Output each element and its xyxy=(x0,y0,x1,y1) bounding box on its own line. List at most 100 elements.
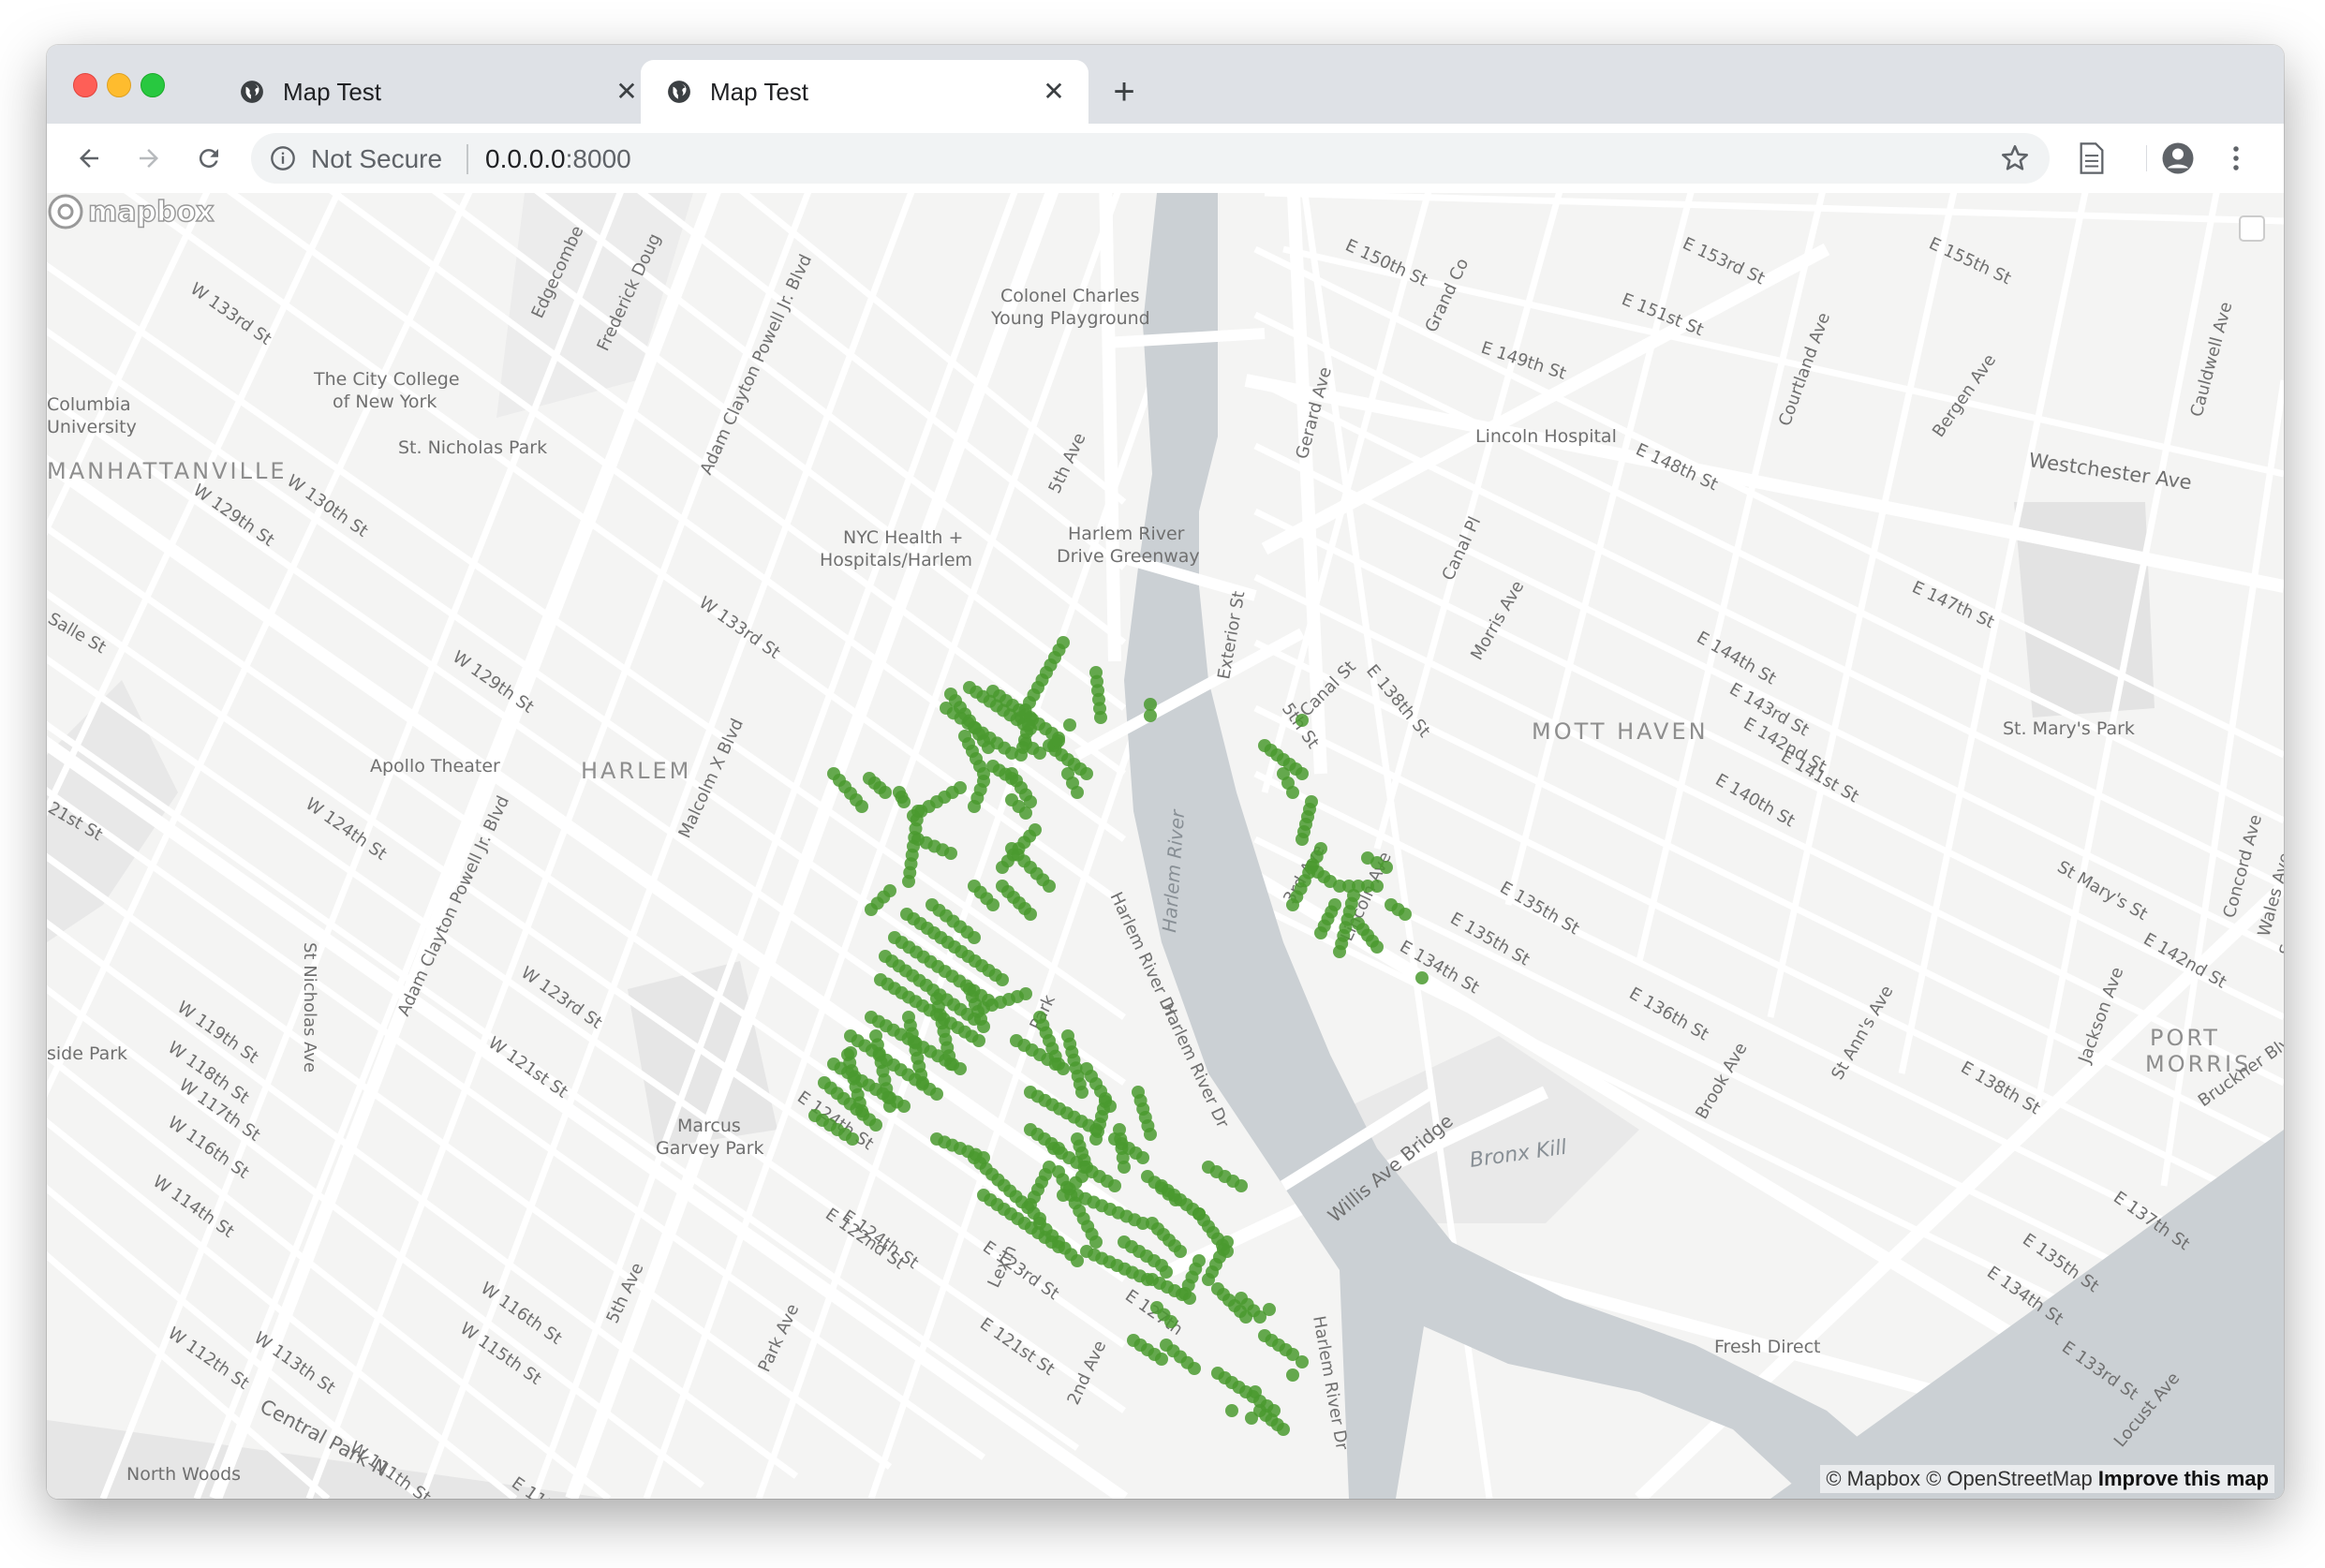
back-icon[interactable] xyxy=(67,137,111,180)
data-point xyxy=(1094,711,1107,724)
place-label: Harlem River xyxy=(1068,524,1185,544)
close-tab-icon[interactable]: ✕ xyxy=(613,77,641,106)
place-label: University xyxy=(47,417,137,437)
data-point xyxy=(1024,795,1037,808)
data-point xyxy=(972,1034,985,1047)
data-point xyxy=(1019,806,1032,820)
place-label: NYC Health + xyxy=(843,527,963,548)
place-label: Hospitals/Harlem xyxy=(820,550,972,570)
place-label: side Park xyxy=(47,1043,127,1064)
place-label: Columbia xyxy=(47,394,131,415)
close-tab-icon[interactable]: ✕ xyxy=(1040,77,1068,106)
tab-map-test-1[interactable]: Map Test ✕ xyxy=(214,60,661,124)
data-point xyxy=(1155,1353,1168,1366)
data-point xyxy=(1160,1265,1173,1279)
address-bar[interactable]: Not Secure 0.0.0.0:8000 xyxy=(251,133,2050,184)
url-host: 0.0.0.0 xyxy=(485,144,566,173)
map-attribution: © Mapbox © OpenStreetMap Improve this ma… xyxy=(1820,1465,2274,1493)
security-label: Not Secure xyxy=(311,144,443,173)
data-point xyxy=(1118,1161,1131,1174)
data-point xyxy=(1324,875,1337,888)
data-point xyxy=(916,1076,929,1089)
data-point xyxy=(944,847,957,860)
data-point xyxy=(1296,1355,1309,1368)
tab-title: Map Test xyxy=(283,77,382,106)
place-label: Fresh Direct xyxy=(1714,1337,1821,1357)
maximize-window-button[interactable] xyxy=(141,73,165,97)
data-point xyxy=(1052,1142,1065,1155)
url-port: :8000 xyxy=(565,144,631,173)
minimize-window-button[interactable] xyxy=(107,73,131,97)
data-point xyxy=(1380,861,1393,874)
data-point xyxy=(1370,940,1384,954)
url-text[interactable]: 0.0.0.0:8000 xyxy=(485,144,631,174)
data-point xyxy=(855,800,868,813)
data-point xyxy=(1108,1179,1121,1192)
tab-map-test-2[interactable]: Map Test ✕ xyxy=(641,60,1088,124)
browser-toolbar: Not Secure 0.0.0.0:8000 xyxy=(47,124,2284,194)
street-label: St Nicholas Ave xyxy=(300,942,319,1072)
tab-strip: Map Test ✕ Map Test ✕ + xyxy=(47,45,2284,124)
place-label: Lincoln Hospital xyxy=(1475,426,1617,447)
data-point xyxy=(1089,1235,1103,1249)
place-label: Garvey Park xyxy=(656,1138,763,1159)
close-window-button[interactable] xyxy=(73,73,97,97)
data-point xyxy=(1225,1404,1238,1417)
data-point xyxy=(930,1087,943,1101)
data-point xyxy=(944,1058,957,1071)
data-point xyxy=(977,1020,990,1033)
new-tab-button[interactable]: + xyxy=(1105,73,1143,111)
data-point xyxy=(954,781,967,794)
divider xyxy=(466,144,468,174)
place-label: St. Mary's Park xyxy=(2003,718,2135,739)
data-point xyxy=(846,1132,859,1146)
map-viewport[interactable]: MANHATTANVILLE HARLEM MOTT HAVEN PORT MO… xyxy=(47,193,2284,1499)
profile-icon[interactable] xyxy=(2156,137,2199,180)
reload-icon[interactable] xyxy=(187,137,230,180)
document-icon[interactable] xyxy=(2070,137,2113,180)
menu-icon[interactable] xyxy=(2214,137,2258,180)
data-point xyxy=(869,1118,882,1132)
globe-icon xyxy=(241,81,263,103)
info-icon[interactable] xyxy=(270,145,296,171)
attribution-osm-link[interactable]: © OpenStreetMap xyxy=(1926,1467,2093,1490)
area-label: MOTT HAVEN xyxy=(1532,718,1709,745)
data-point xyxy=(883,884,896,897)
place-label: Young Playground xyxy=(990,308,1150,329)
bookmark-star-icon[interactable] xyxy=(1999,142,2031,174)
data-point xyxy=(1024,908,1037,921)
place-label: North Woods xyxy=(126,1464,241,1485)
place-label: of New York xyxy=(333,392,437,412)
data-point xyxy=(1033,747,1046,760)
data-point xyxy=(968,931,981,944)
globe-icon xyxy=(668,81,690,103)
data-point xyxy=(1399,908,1412,921)
data-point xyxy=(1144,698,1157,711)
data-point xyxy=(1169,1193,1182,1206)
data-point xyxy=(1249,1385,1262,1398)
data-point xyxy=(902,875,915,888)
data-point xyxy=(1235,1179,1248,1192)
data-point xyxy=(1245,1412,1258,1425)
place-label: Drive Greenway xyxy=(1057,546,1200,567)
data-point xyxy=(1286,898,1299,911)
data-point xyxy=(1005,772,1018,785)
data-point xyxy=(897,795,911,808)
mapbox-logo[interactable]: mapbox xyxy=(47,193,225,230)
data-point xyxy=(1071,786,1084,799)
forward-icon[interactable] xyxy=(127,137,170,180)
data-point xyxy=(855,1104,868,1117)
improve-map-link[interactable]: Improve this map xyxy=(2098,1467,2269,1490)
data-point xyxy=(1144,709,1157,722)
data-point xyxy=(1415,971,1429,984)
data-point xyxy=(844,1046,857,1059)
tab-title: Map Test xyxy=(710,77,809,106)
data-point xyxy=(897,1100,911,1113)
data-point xyxy=(1024,1198,1037,1211)
browser-window: Map Test ✕ Map Test ✕ + Not Secure 0.0.0… xyxy=(47,45,2284,1499)
data-point xyxy=(1286,1368,1299,1382)
data-point xyxy=(1089,1132,1103,1146)
map-control-checkbox[interactable] xyxy=(2239,215,2265,242)
map-canvas[interactable]: MANHATTANVILLE HARLEM MOTT HAVEN PORT MO… xyxy=(47,193,2284,1499)
attribution-mapbox-link[interactable]: © Mapbox xyxy=(1826,1467,1920,1490)
